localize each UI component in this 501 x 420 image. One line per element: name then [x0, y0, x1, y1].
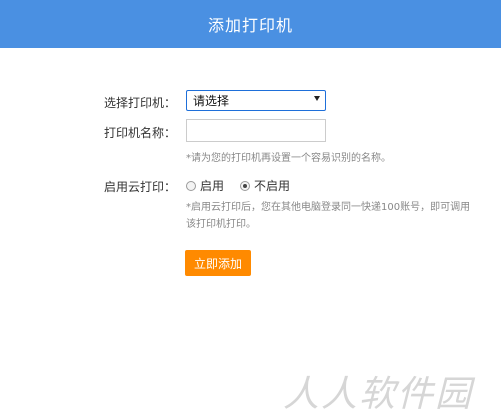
dialog-title: 添加打印机	[207, 16, 293, 35]
dialog-header: 添加打印机	[0, 0, 501, 48]
cloud-print-hint: *启用云打印后，您在其他电脑登录同一快递100账号，即可调用 该打印机打印。	[186, 199, 470, 233]
cloud-print-radio-group: 启用 不启用	[186, 177, 306, 194]
chevron-down-icon	[314, 96, 320, 101]
cloud-print-disable-label: 不启用	[254, 179, 291, 193]
radio-checked-icon	[240, 180, 251, 191]
cloud-print-hint-line2: 该打印机打印。	[186, 219, 256, 230]
radio-unchecked-icon	[186, 180, 196, 191]
cloud-print-hint-line1: *启用云打印后，您在其他电脑登录同一快递100账号，即可调用	[186, 202, 471, 213]
printer-name-hint: *请为您的打印机再设置一个容易识别的名称。	[186, 153, 391, 164]
cloud-print-disable-radio[interactable]: 不启用	[240, 177, 290, 194]
add-now-button[interactable]: 立即添加	[185, 250, 251, 276]
printer-select[interactable]: 请选择	[186, 90, 326, 111]
printer-select-value: 请选择	[193, 94, 230, 108]
printer-name-label: 打印机名称：	[103, 126, 176, 140]
printer-name-input[interactable]	[186, 119, 326, 142]
cloud-print-enable-label: 启用	[200, 179, 225, 193]
watermark: 人人软件园	[283, 374, 474, 415]
cloud-print-enable-radio[interactable]: 启用	[186, 177, 224, 194]
cloud-print-label: 启用云打印：	[103, 180, 176, 194]
printer-select-label: 选择打印机：	[103, 96, 176, 110]
